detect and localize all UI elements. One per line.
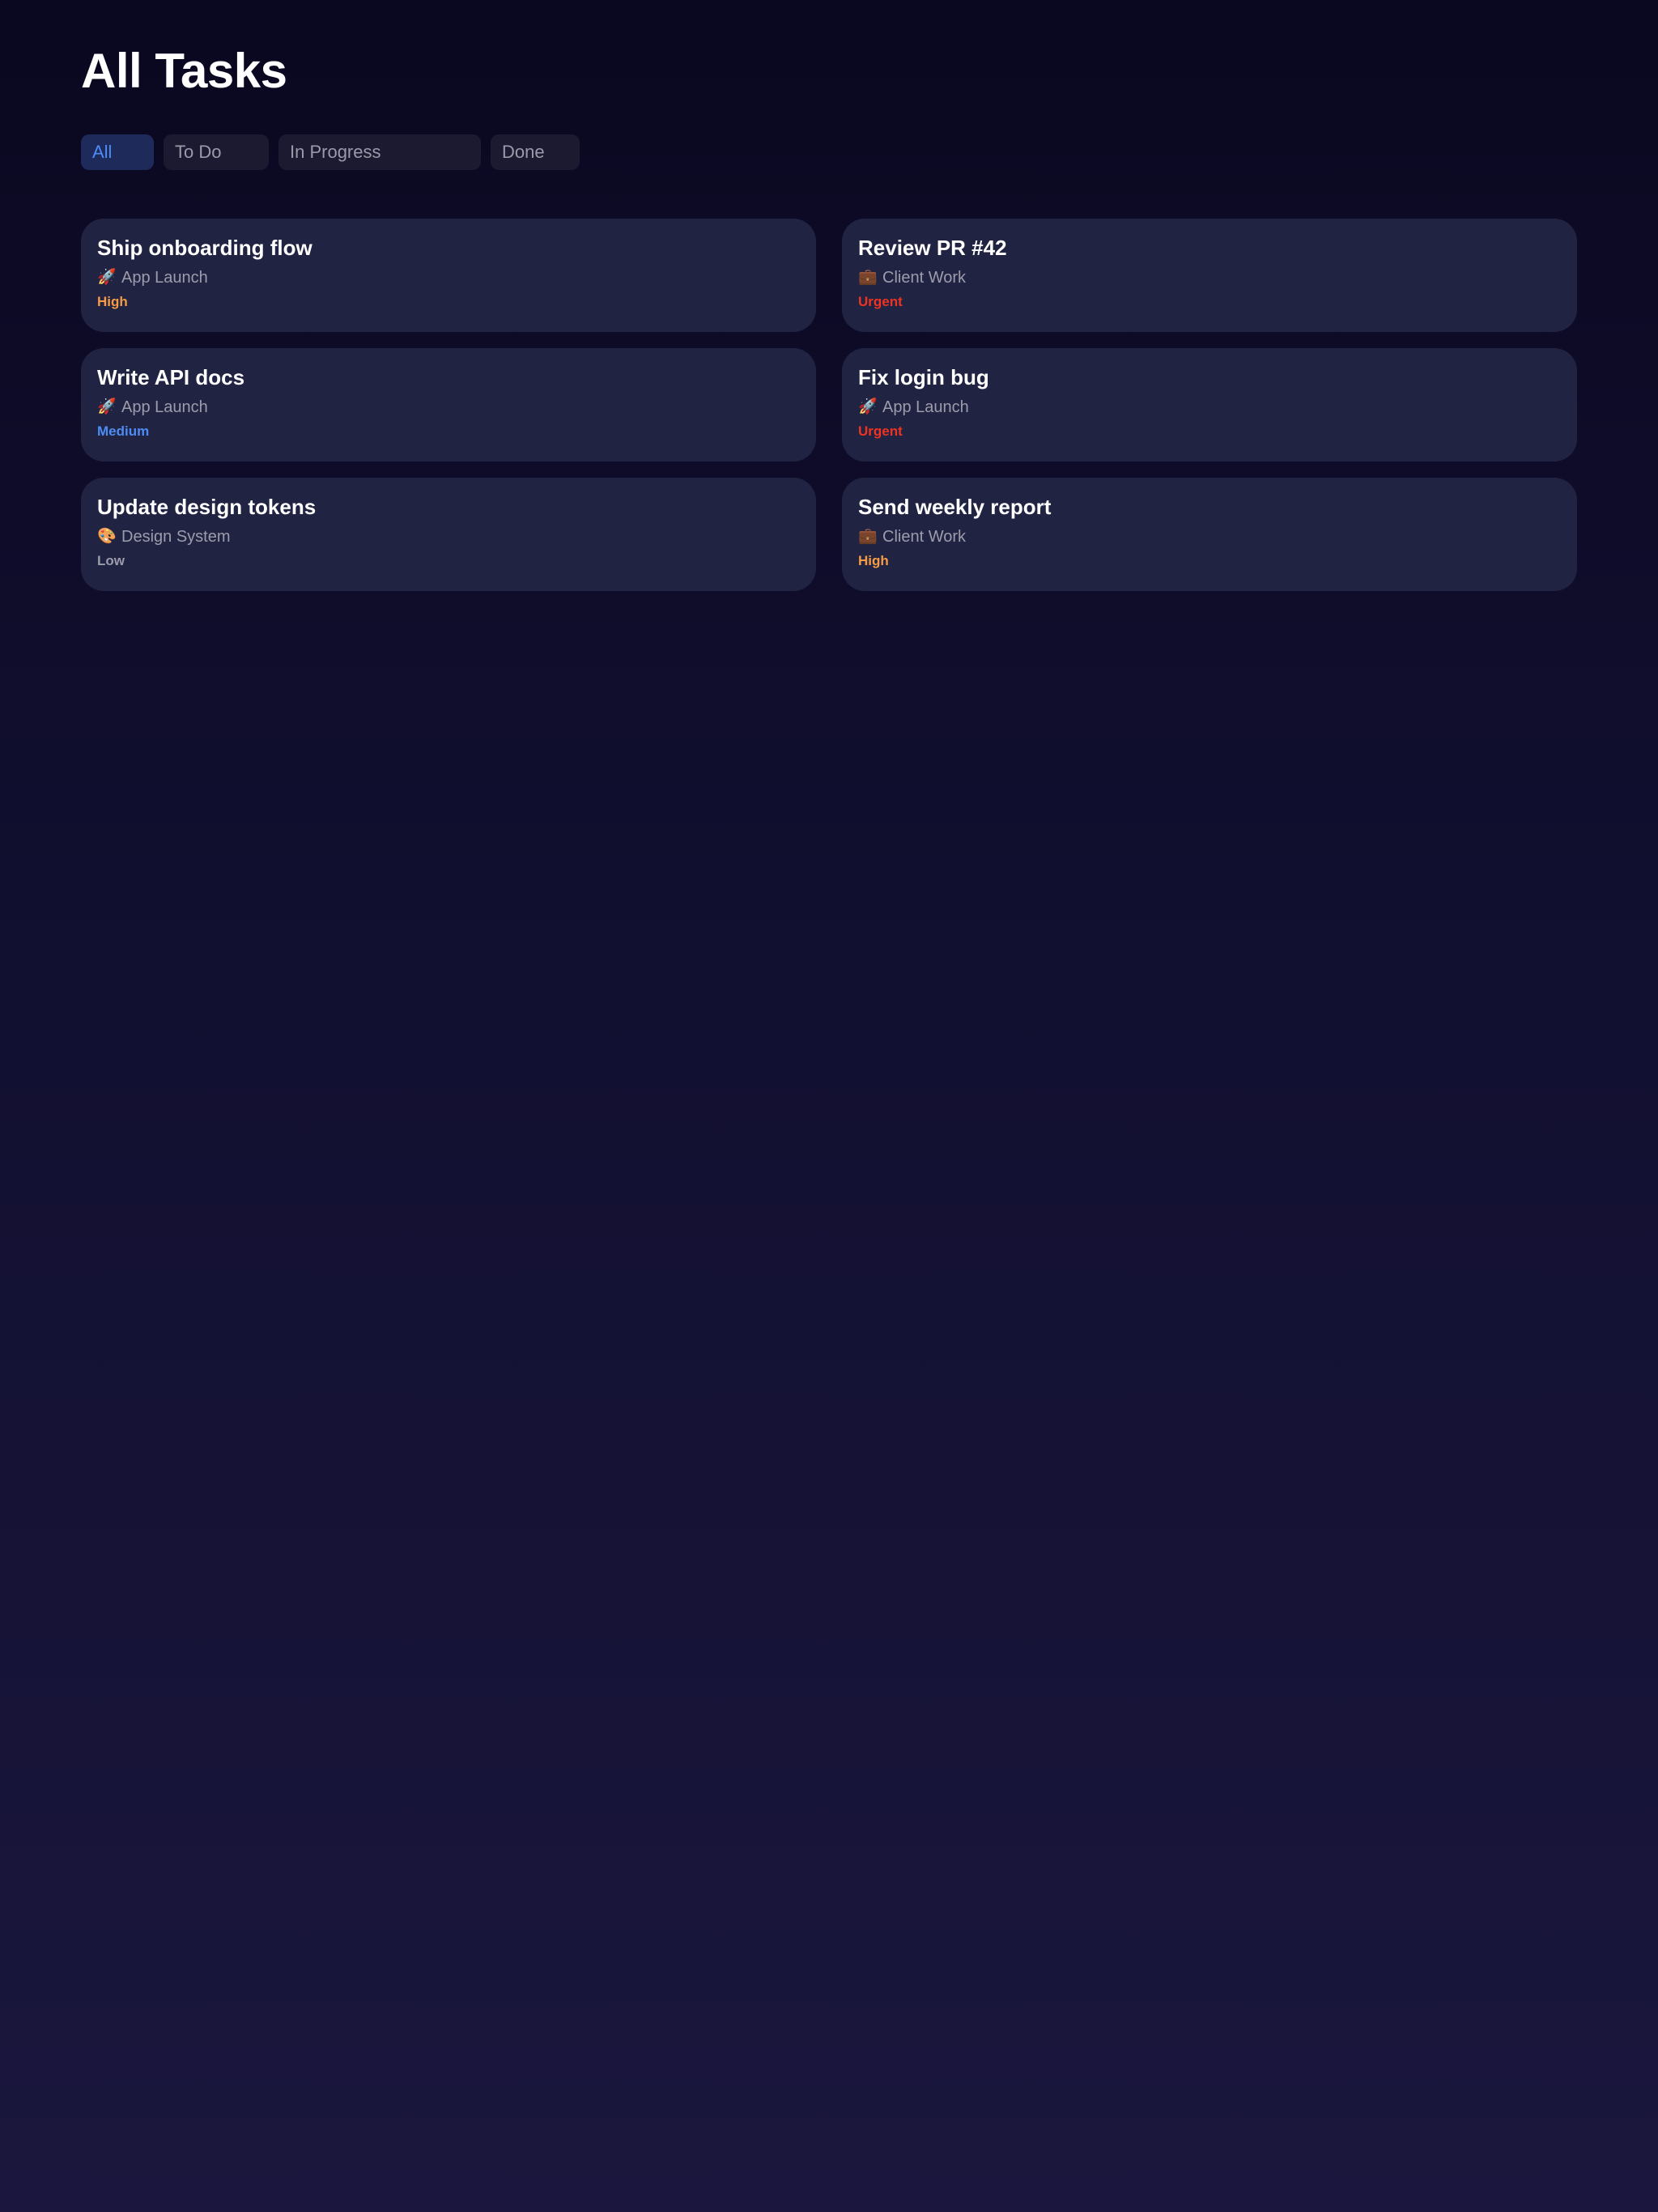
palette-icon: 🎨 [97, 528, 117, 545]
task-project: 🚀 App Launch [858, 397, 1561, 418]
page-title: All Tasks [81, 44, 287, 98]
task-card[interactable]: Ship onboarding flow 🚀 App Launch High [81, 219, 816, 332]
task-priority: Low [97, 553, 125, 568]
task-card[interactable]: Send weekly report 💼 Client Work High [842, 478, 1577, 591]
task-priority: Urgent [858, 423, 903, 439]
task-card[interactable]: Update design tokens 🎨 Design System Low [81, 478, 816, 591]
task-card[interactable]: Fix login bug 🚀 App Launch Urgent [842, 348, 1577, 462]
task-priority: High [97, 294, 128, 309]
task-project: 💼 Client Work [858, 267, 1561, 288]
task-project-name: Client Work [882, 269, 966, 287]
task-card[interactable]: Review PR #42 💼 Client Work Urgent [842, 219, 1577, 332]
task-title: Fix login bug [858, 365, 989, 389]
task-project-name: App Launch [121, 398, 208, 416]
filter-to-do[interactable]: To Do [164, 134, 269, 170]
task-card[interactable]: Write API docs 🚀 App Launch Medium [81, 348, 816, 462]
task-title: Ship onboarding flow [97, 236, 312, 260]
rocket-icon: 🚀 [97, 269, 117, 286]
task-project: 💼 Client Work [858, 526, 1561, 547]
rocket-icon: 🚀 [858, 398, 878, 415]
task-project: 🎨 Design System [97, 526, 800, 547]
filter-all[interactable]: All [81, 134, 154, 170]
task-title: Update design tokens [97, 495, 317, 519]
task-title: Review PR #42 [858, 236, 1007, 260]
filter-done[interactable]: Done [491, 134, 580, 170]
task-title: Write API docs [97, 365, 245, 389]
briefcase-icon: 💼 [858, 528, 878, 545]
task-grid: Ship onboarding flow 🚀 App Launch High R… [81, 219, 1577, 591]
task-project-name: Design System [121, 528, 231, 546]
task-project-name: Client Work [882, 528, 966, 546]
briefcase-icon: 💼 [858, 269, 878, 286]
status-filter-bar: All To Do In Progress Done [81, 134, 580, 170]
task-project: 🚀 App Launch [97, 397, 800, 418]
task-project-name: App Launch [121, 269, 208, 287]
task-priority: High [858, 553, 889, 568]
filter-in-progress[interactable]: In Progress [278, 134, 481, 170]
task-project: 🚀 App Launch [97, 267, 800, 288]
rocket-icon: 🚀 [97, 398, 117, 415]
task-title: Send weekly report [858, 495, 1052, 519]
task-priority: Medium [97, 423, 150, 439]
task-project-name: App Launch [882, 398, 969, 416]
task-priority: Urgent [858, 294, 903, 309]
